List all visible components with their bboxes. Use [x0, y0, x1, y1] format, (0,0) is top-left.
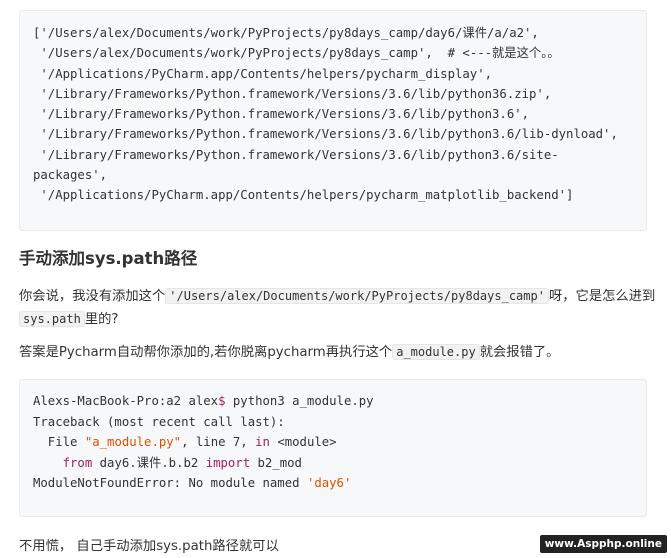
code-token-keyword: in — [255, 435, 270, 449]
paragraph-question: 你会说，我没有添加这个 '/Users/alex/Documents/work/P… — [19, 285, 659, 331]
code-block-sys-path-output: ['/Users/alex/Documents/work/PyProjects/… — [19, 10, 647, 231]
code-line: ['/Users/alex/Documents/work/PyProjects/… — [33, 26, 539, 40]
code-token: b2_mod — [250, 455, 302, 470]
code-token: day6.课件.b.b2 — [92, 455, 206, 470]
code-line: File "a_module.py", line 7, in <module> — [33, 432, 646, 453]
paragraph-text: 呀，它是怎么进到 — [548, 289, 656, 304]
code-token: Alexs-MacBook-Pro:a2 alex — [33, 394, 219, 408]
code-line: '/Library/Frameworks/Python.framework/Ve… — [33, 147, 559, 162]
code-line: '/Library/Frameworks/Python.framework/Ve… — [33, 127, 618, 142]
code-token: python3 a_module.py — [225, 394, 374, 408]
code-token-keyword: from — [62, 455, 93, 470]
site-watermark: www.Aspphp.online — [539, 535, 667, 553]
paragraph-text: 你会说，我没有添加这个 — [19, 289, 166, 304]
inline-code: sys.path — [19, 311, 85, 327]
code-token-prompt: $ — [218, 394, 226, 408]
paragraph-text: 里的? — [84, 312, 119, 327]
code-line: '/Applications/PyCharm.app/Contents/help… — [33, 66, 493, 81]
paragraph-answer: 答案是Pycharm自动帮你添加的,若你脱离pycharm再执行这个 a_modu… — [19, 341, 659, 364]
code-token: , line 7, — [181, 435, 256, 449]
code-line: '/Library/Frameworks/Python.framework/Ve… — [33, 107, 530, 122]
code-line: from day6.课件.b.b2 import b2_mod — [33, 453, 646, 474]
code-token-string: 'day6' — [306, 476, 352, 490]
paragraph-text: 就会报错了。 — [479, 345, 560, 360]
code-token-keyword: import — [205, 455, 251, 470]
code-line: '/Users/alex/Documents/work/PyProjects/p… — [33, 46, 560, 61]
code-line: Alexs-MacBook-Pro:a2 alex$ python3 a_mod… — [33, 391, 646, 412]
code-token: File — [33, 435, 85, 449]
code-token: ModuleNotFoundError: No module named — [33, 476, 307, 490]
paragraph-text: 答案是Pycharm自动帮你添加的,若你脱离pycharm再执行这个 — [19, 345, 393, 360]
section-heading: 手动添加sys.path路径 — [19, 249, 198, 268]
code-token: <module> — [269, 435, 337, 449]
code-line: '/Applications/PyCharm.app/Contents/help… — [33, 188, 574, 203]
code-line: packages', — [33, 168, 108, 183]
code-block-terminal-error: Alexs-MacBook-Pro:a2 alex$ python3 a_mod… — [19, 379, 647, 517]
code-line: '/Library/Frameworks/Python.framework/Ve… — [33, 86, 552, 101]
code-line: ModuleNotFoundError: No module named 'da… — [33, 473, 646, 494]
code-token-string: "a_module.py" — [84, 435, 182, 449]
inline-code: '/Users/alex/Documents/work/PyProjects/p… — [165, 288, 549, 304]
inline-code: a_module.py — [392, 344, 480, 360]
code-line: Traceback (most recent call last): — [33, 414, 285, 429]
